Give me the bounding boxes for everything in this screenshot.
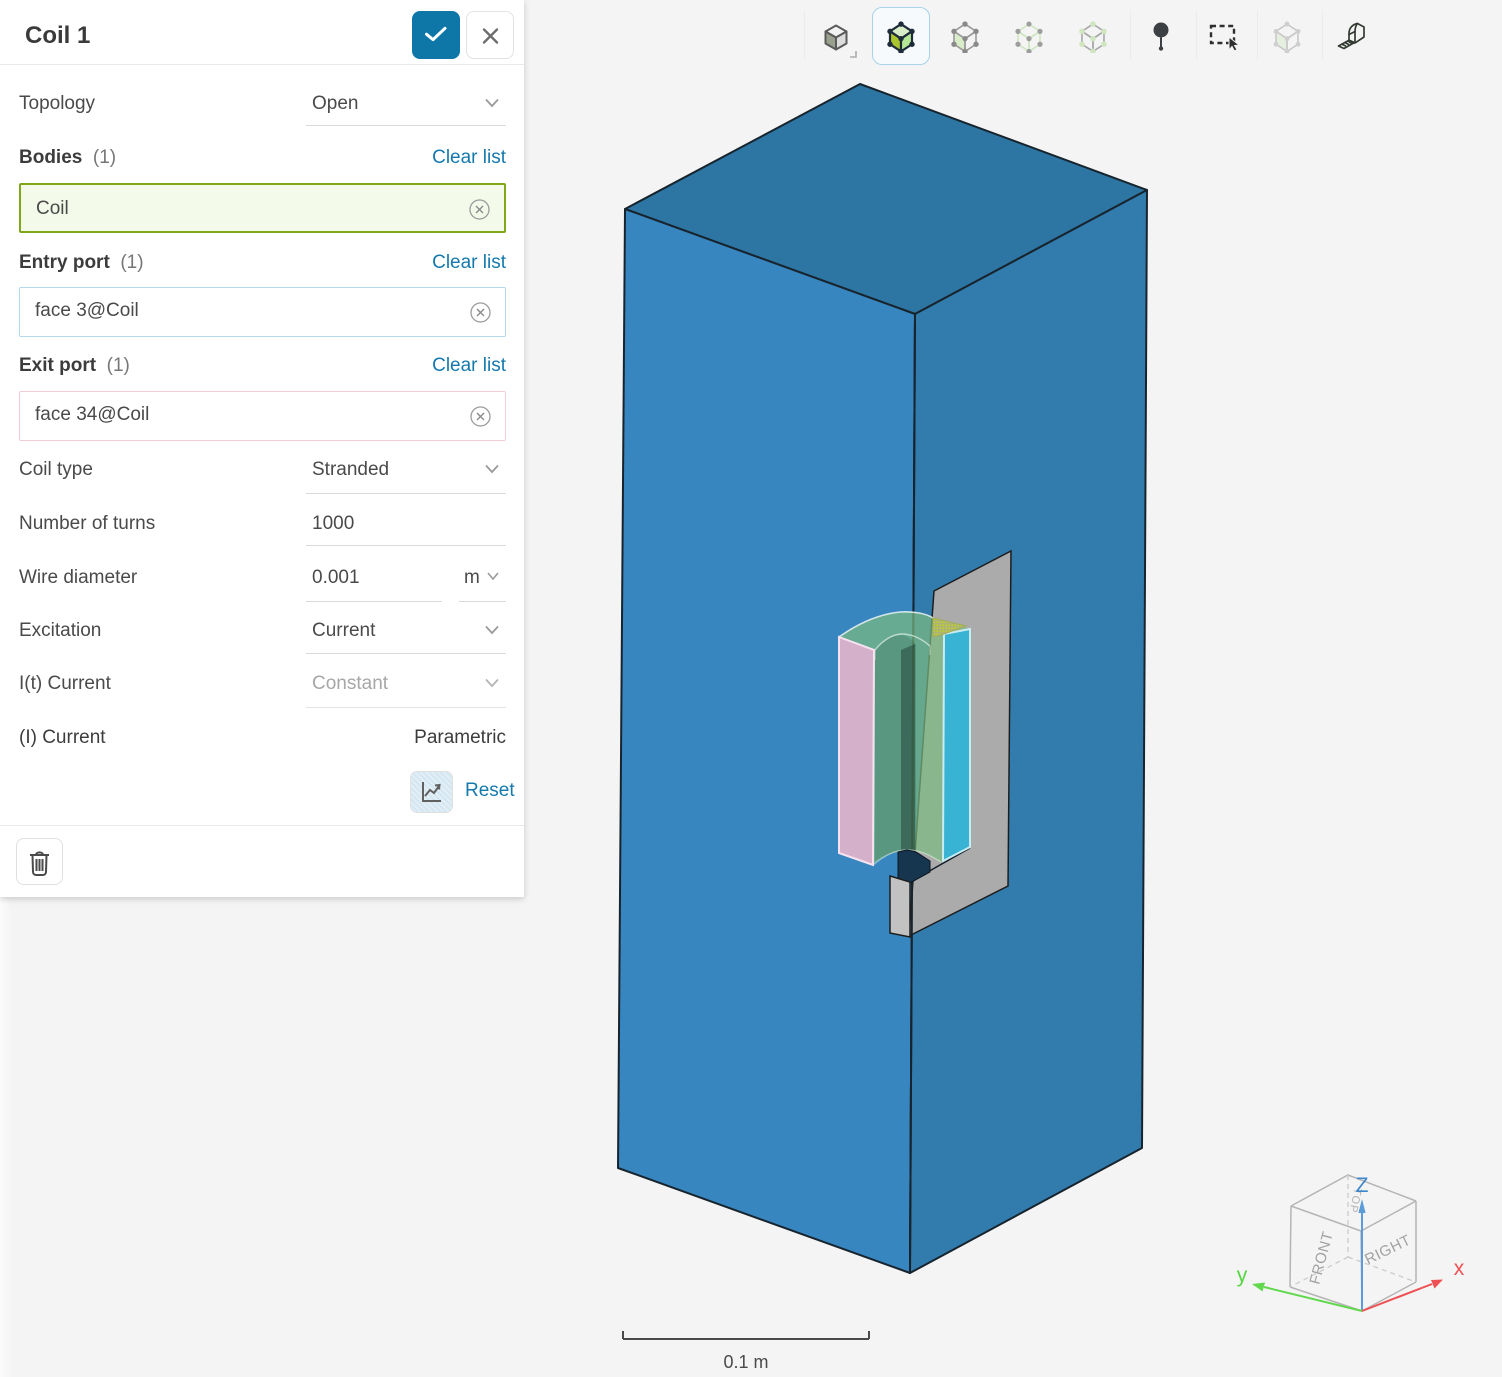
svg-text:RIGHT: RIGHT — [1362, 1232, 1414, 1269]
svg-text:Z: Z — [1356, 1174, 1369, 1197]
svg-text:y: y — [1237, 1264, 1248, 1287]
svg-text:x: x — [1454, 1257, 1465, 1280]
svg-text:FRONT: FRONT — [1306, 1229, 1336, 1286]
svg-text:0.1 m: 0.1 m — [723, 1352, 768, 1372]
